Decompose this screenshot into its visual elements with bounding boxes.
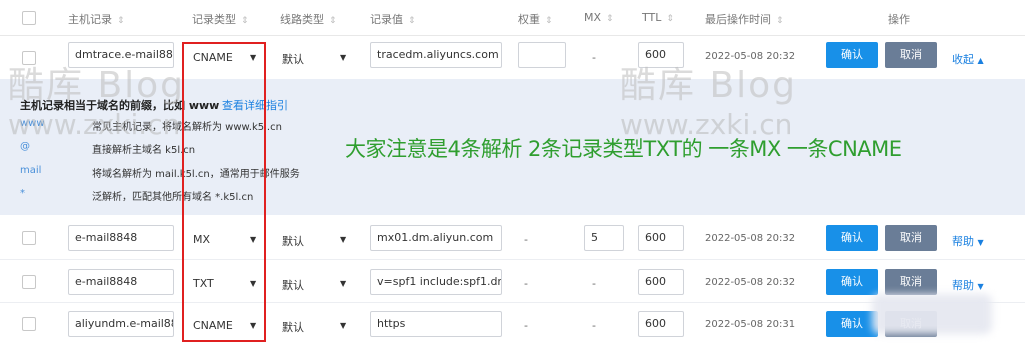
sort-icon: ⇕ [545, 16, 553, 26]
host-input[interactable]: aliyundm.e-mail8848 [68, 311, 174, 337]
weight-value: - [524, 319, 528, 332]
annotation-text: 大家注意是4条解析 2条记录类型TXT的 一条MX 一条CNAME [345, 137, 902, 161]
header-mx[interactable]: MX ⇕ [584, 11, 614, 24]
chevron-down-icon: ▼ [977, 282, 984, 291]
blurred-region [872, 294, 992, 334]
header-value[interactable]: 记录值 ⇕ [370, 11, 416, 27]
table-row: e-mail8848 TXT ▼ 默认 ▼ v=spf1 include:spf… [0, 261, 1025, 303]
record-value-input[interactable]: mx01.dm.aliyun.com [370, 225, 502, 251]
header-ttl[interactable]: TTL ⇕ [642, 11, 674, 24]
host-input[interactable]: e-mail8848 [68, 269, 174, 295]
confirm-button[interactable]: 确认 [826, 42, 878, 68]
chevron-down-icon[interactable]: ▼ [340, 279, 346, 288]
line-type-select[interactable]: 默认 [282, 51, 304, 67]
sort-icon: ⇕ [666, 14, 674, 24]
sort-icon: ⇕ [329, 16, 337, 26]
header-weight[interactable]: 权重 ⇕ [518, 11, 553, 27]
help-key-wildcard: * [20, 188, 25, 199]
ttl-input[interactable]: 600 [638, 311, 684, 337]
last-op-time: 2022-05-08 20:32 [705, 277, 796, 288]
mx-value: - [592, 319, 596, 332]
header-last-op-label: 最后操作时间 [705, 13, 771, 26]
confirm-button[interactable]: 确认 [826, 311, 878, 337]
url-watermark: www.zxki.cn [8, 108, 181, 141]
help-dropdown[interactable]: 帮助 ▼ [952, 233, 984, 249]
header-mx-label: MX [584, 11, 602, 24]
header-type-label: 记录类型 [192, 13, 236, 26]
help-label: 帮助 [952, 279, 974, 292]
chevron-down-icon[interactable]: ▼ [340, 235, 346, 244]
ttl-input[interactable]: 600 [638, 225, 684, 251]
confirm-button[interactable]: 确认 [826, 225, 878, 251]
sort-icon: ⇕ [117, 16, 125, 26]
cancel-button[interactable]: 取消 [885, 42, 937, 68]
blog-watermark: 酷库 Blog [620, 65, 798, 106]
last-op-time: 2022-05-08 20:31 [705, 319, 796, 330]
cancel-button[interactable]: 取消 [885, 225, 937, 251]
record-value-input[interactable]: tracedm.aliyuncs.com [370, 42, 502, 68]
blog-watermark: 酷库 Blog [8, 65, 186, 106]
chevron-down-icon[interactable]: ▼ [340, 321, 346, 330]
line-type-select[interactable]: 默认 [282, 233, 304, 249]
cancel-button[interactable]: 取消 [885, 269, 937, 295]
header-value-label: 记录值 [370, 13, 403, 26]
header-weight-label: 权重 [518, 13, 540, 26]
header-actions: 操作 [888, 13, 910, 26]
help-key-root: @ [20, 141, 30, 152]
help-label: 帮助 [952, 235, 974, 248]
mx-value: - [592, 51, 596, 64]
row-checkbox[interactable] [22, 317, 36, 331]
collapse-link[interactable]: 收起 ▲ [952, 51, 984, 67]
line-type-select[interactable]: 默认 [282, 319, 304, 335]
row-checkbox[interactable] [22, 275, 36, 289]
header-type[interactable]: 记录类型 ⇕ [192, 11, 249, 27]
ttl-input[interactable]: 600 [638, 269, 684, 295]
header-host[interactable]: 主机记录 ⇕ [68, 11, 125, 27]
sort-icon: ⇕ [241, 16, 249, 26]
chevron-down-icon: ▼ [977, 238, 984, 247]
header-line-label: 线路类型 [280, 13, 324, 26]
select-all-checkbox[interactable] [22, 11, 36, 25]
last-op-time: 2022-05-08 20:32 [705, 233, 796, 244]
table-row: e-mail8848 MX ▼ 默认 ▼ mx01.dm.aliyun.com … [0, 216, 1025, 260]
sort-icon: ⇕ [606, 14, 614, 24]
host-input[interactable]: e-mail8848 [68, 225, 174, 251]
mx-value: - [592, 277, 596, 290]
table-header: 主机记录 ⇕ 记录类型 ⇕ 线路类型 ⇕ 记录值 ⇕ 权重 ⇕ MX ⇕ TTL ⇕ 最后操作… [0, 0, 1025, 36]
record-value-input[interactable]: https [370, 311, 502, 337]
header-ttl-label: TTL [642, 11, 662, 24]
row-checkbox[interactable] [22, 231, 36, 245]
weight-input[interactable] [518, 42, 566, 68]
help-key-mail: mail [20, 165, 42, 176]
sort-icon: ⇕ [776, 16, 784, 26]
header-line[interactable]: 线路类型 ⇕ [280, 11, 337, 27]
line-type-select[interactable]: 默认 [282, 277, 304, 293]
record-value-input[interactable]: v=spf1 include:spf1.dm.al [370, 269, 502, 295]
collapse-label: 收起 [952, 53, 974, 66]
chevron-down-icon[interactable]: ▼ [340, 53, 346, 62]
record-type-highlight-box [182, 42, 266, 342]
weight-value: - [524, 277, 528, 290]
confirm-button[interactable]: 确认 [826, 269, 878, 295]
help-desc-root: 直接解析主域名 k5l.cn [92, 145, 196, 156]
header-last-op[interactable]: 最后操作时间 ⇕ [705, 11, 784, 27]
header-host-label: 主机记录 [68, 13, 112, 26]
mx-priority-input[interactable]: 5 [584, 225, 624, 251]
sort-icon: ⇕ [408, 16, 416, 26]
weight-value: - [524, 233, 528, 246]
help-dropdown[interactable]: 帮助 ▼ [952, 277, 984, 293]
chevron-up-icon: ▲ [977, 56, 984, 65]
